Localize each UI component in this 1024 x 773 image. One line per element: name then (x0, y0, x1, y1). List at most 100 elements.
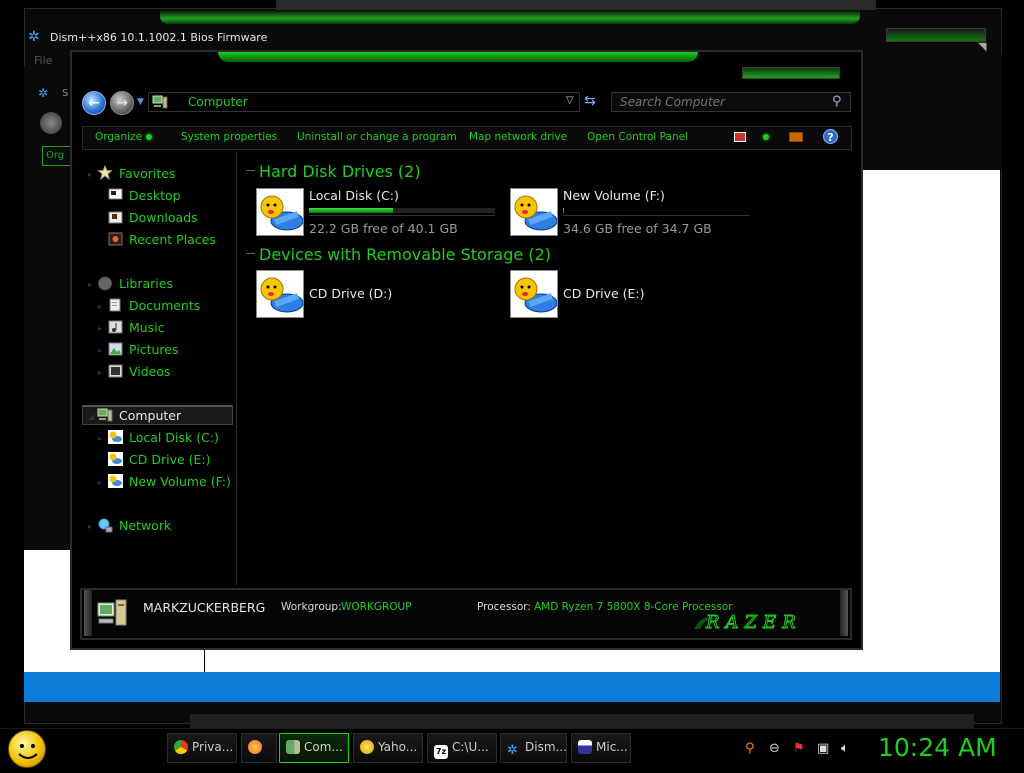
recent-places-icon (108, 232, 123, 246)
uninstall-program-button[interactable]: Uninstall or change a program (297, 131, 457, 143)
group-hard-disk-drives[interactable]: Hard Disk Drives (2) (259, 162, 421, 181)
cd-drive-d-icon[interactable] (256, 270, 304, 318)
bg-right-dark-area (864, 55, 1002, 170)
system-properties-button[interactable]: System properties (181, 131, 277, 143)
expand-documents-icon[interactable]: ▸ (98, 302, 102, 311)
dism-window-title: Dism++x86 10.1.1002.1 Bios Firmware (50, 31, 268, 44)
music-icon (108, 320, 123, 334)
start-button[interactable] (8, 730, 46, 768)
dism-window-controls[interactable] (886, 28, 986, 42)
bg-bottom-frame (190, 714, 974, 728)
bg-white-right-area (862, 170, 1000, 670)
minus-tray-icon[interactable]: ⊖ (769, 741, 780, 756)
network-tray-icon[interactable]: ▣ (817, 741, 829, 756)
taskbar-item-chrome[interactable]: Priva... (167, 733, 237, 763)
organize-button[interactable]: Organize (95, 131, 153, 143)
local-disk-c-usage-bar (309, 208, 495, 213)
new-volume-f-name[interactable]: New Volume (F:) (563, 188, 665, 203)
desktop-icon (108, 188, 123, 200)
search-tray-icon[interactable]: ⚲ (745, 741, 755, 756)
volume-icon[interactable]: 🔈︎ (841, 741, 849, 756)
taskbar-item-microsoft[interactable]: Mic... (571, 733, 631, 763)
nav-favorites[interactable]: Favorites (119, 166, 175, 181)
nav-documents[interactable]: Documents (129, 298, 200, 313)
taskbar-chrome-label: Priva... (192, 740, 234, 754)
nav-network[interactable]: Network (119, 518, 171, 533)
refresh-icon[interactable]: ⇆ (584, 93, 596, 109)
expand-new-volume-icon[interactable]: ▸ (98, 478, 102, 487)
bg-white-box (204, 650, 862, 672)
bg-title-glow (160, 10, 860, 24)
nav-pictures[interactable]: Pictures (129, 342, 179, 357)
nav-cd-drive-e[interactable]: CD Drive (E:) (129, 452, 211, 467)
nav-local-disk-c[interactable]: Local Disk (C:) (129, 430, 219, 445)
back-button[interactable]: ← (82, 91, 106, 115)
dism-inner-back-button[interactable] (40, 112, 62, 134)
expand-local-disk-icon[interactable]: ▸ (98, 434, 102, 443)
dism-inner-organize[interactable]: Org (42, 146, 72, 166)
open-control-panel-button[interactable]: Open Control Panel (587, 131, 688, 143)
computer-nav-icon (97, 408, 113, 422)
clock[interactable]: 10:24 AM (878, 733, 997, 762)
nav-new-volume-f[interactable]: New Volume (F:) (129, 474, 231, 489)
taskbar-item-7zip[interactable]: 7z C:\U... (427, 733, 497, 763)
local-disk-c-free-space: 22.2 GB free of 40.1 GB (309, 221, 458, 236)
group-removable-storage[interactable]: Devices with Removable Storage (2) (259, 245, 551, 264)
address-text[interactable]: Computer (188, 95, 248, 109)
nav-desktop[interactable]: Desktop (129, 188, 181, 203)
search-input[interactable] (620, 95, 820, 109)
map-network-drive-button[interactable]: Map network drive (469, 131, 567, 143)
action-center-flag-icon[interactable]: ⚑ (793, 741, 805, 756)
view-dropdown-icon[interactable] (763, 134, 769, 140)
search-icon[interactable]: ⚲ (832, 94, 842, 109)
expand-libraries-icon[interactable]: ▸ (88, 280, 92, 289)
expand-pictures-icon[interactable]: ▸ (98, 346, 102, 355)
expand-music-icon[interactable]: ▸ (98, 324, 102, 333)
forward-button[interactable]: → (110, 91, 134, 115)
dism-file-menu[interactable]: File (34, 54, 52, 67)
new-volume-f-drive-icon[interactable] (510, 188, 558, 236)
address-dropdown-icon[interactable]: ▽ (566, 95, 574, 106)
group-tick (246, 253, 255, 254)
razer-logo: RAZER (694, 612, 802, 633)
collapse-computer-icon[interactable]: ◢ (88, 412, 94, 421)
local-disk-c-drive-icon[interactable] (256, 188, 304, 236)
explorer-window-controls[interactable] (742, 67, 840, 79)
preview-pane-icon[interactable] (789, 132, 803, 142)
taskbar-item-yahoo[interactable]: Yaho... (353, 733, 423, 763)
local-disk-c-underline (309, 215, 495, 216)
processor-label: Processor: (477, 601, 531, 613)
taskbar-item-computer[interactable]: Com... (279, 733, 349, 763)
cd-drive-d-name[interactable]: CD Drive (D:) (309, 286, 392, 301)
expand-videos-icon[interactable]: ▸ (98, 368, 102, 377)
taskbar-yahoo-label: Yaho... (378, 740, 418, 754)
bg-blue-status-bar (24, 672, 1000, 702)
computer-icon (152, 95, 168, 109)
nav-recent-places[interactable]: Recent Places (129, 232, 216, 247)
resize-grip-icon[interactable]: ◥ (978, 40, 986, 53)
recent-pages-dropdown-icon[interactable]: ▼ (137, 97, 144, 107)
nav-computer[interactable]: Computer (119, 408, 181, 423)
computer-name: MARKZUCKERBERG (143, 600, 266, 615)
svg-text:RAZER: RAZER (705, 612, 802, 633)
help-icon[interactable]: ? (823, 129, 838, 144)
expand-network-icon[interactable]: ▸ (88, 522, 92, 531)
local-disk-c-name[interactable]: Local Disk (C:) (309, 188, 399, 203)
cd-drive-e-name[interactable]: CD Drive (E:) (563, 286, 645, 301)
dism-inner-gear-icon: ✲ (38, 86, 49, 100)
network-icon (98, 518, 113, 533)
nav-libraries[interactable]: Libraries (119, 276, 173, 291)
new-volume-f-usage-bar (563, 208, 749, 213)
taskbar-microsoft-label: Mic... (596, 740, 628, 754)
view-options-icon[interactable] (734, 132, 746, 142)
cd-drive-e-icon[interactable] (510, 270, 558, 318)
expand-favorites-icon[interactable]: ▸ (88, 170, 92, 179)
nav-downloads[interactable]: Downloads (129, 210, 198, 225)
pictures-icon (108, 342, 123, 356)
computer-details-icon (97, 599, 127, 626)
taskbar-item-firefox[interactable] (241, 733, 277, 763)
taskbar-item-dism[interactable]: ✲ Dism... (500, 733, 567, 763)
details-rail-right (840, 590, 848, 636)
nav-music[interactable]: Music (129, 320, 165, 335)
nav-videos[interactable]: Videos (129, 364, 171, 379)
